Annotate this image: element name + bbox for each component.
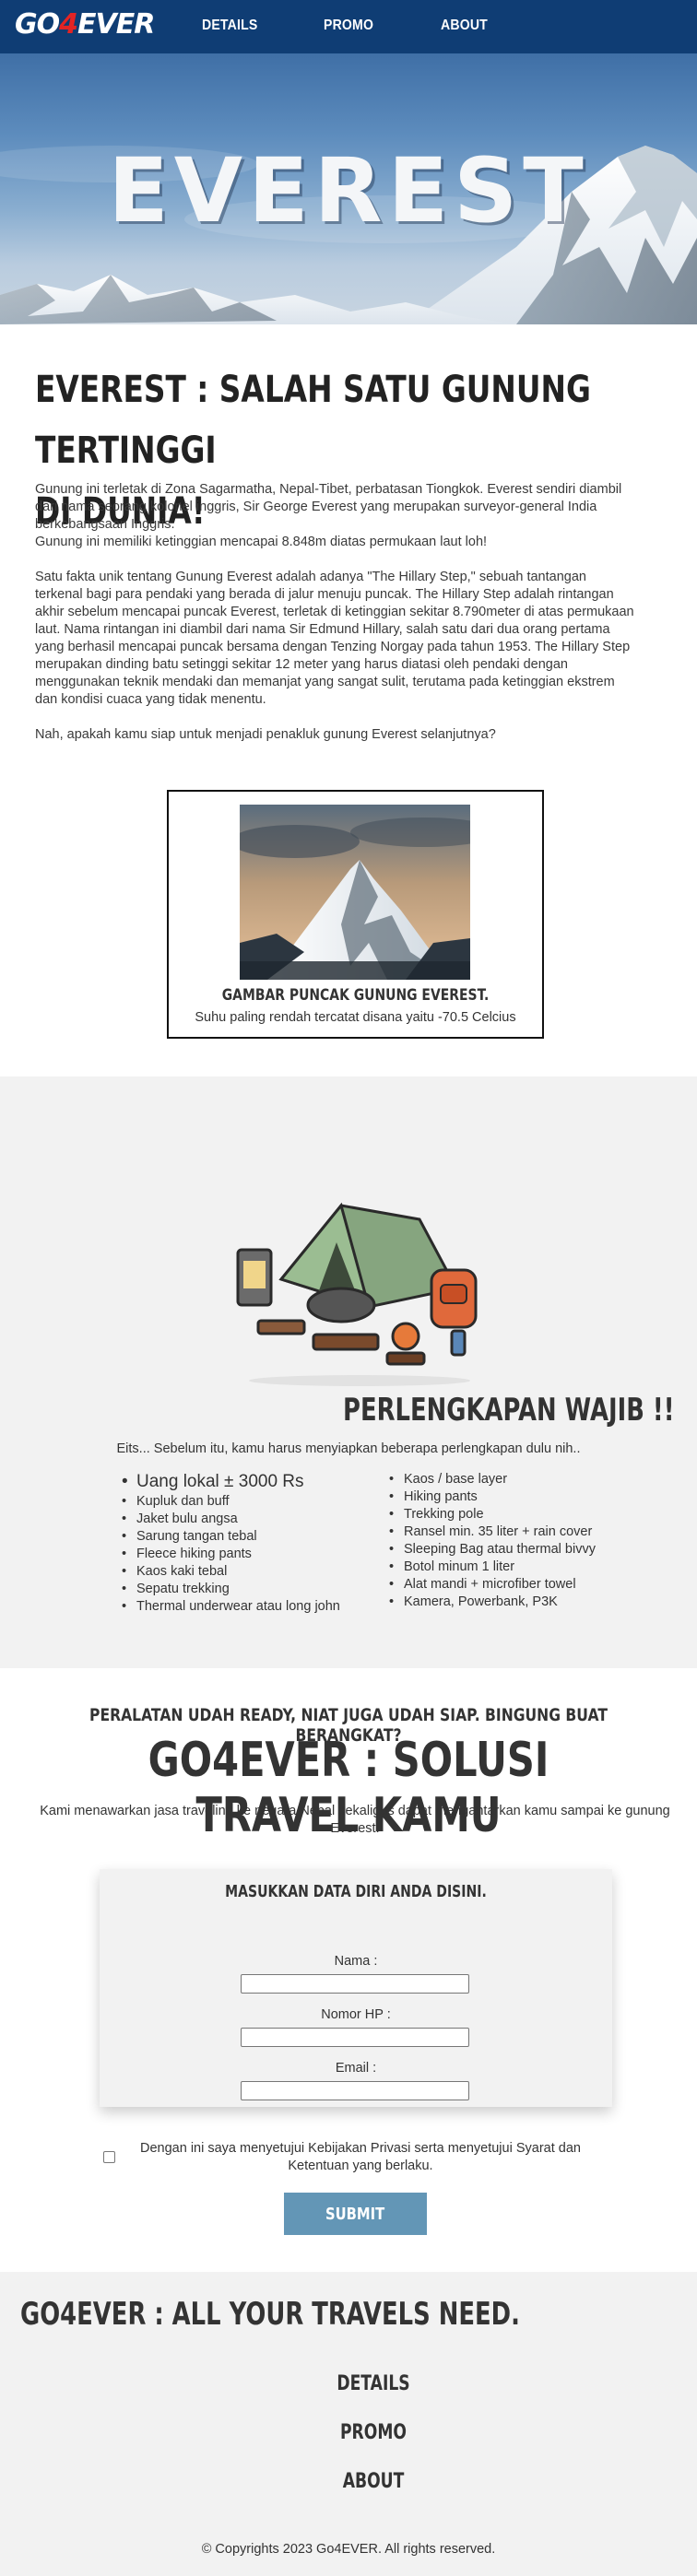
list-item: Botol minum 1 liter [389,1559,596,1576]
nav-link-details[interactable]: DETAILS [202,18,257,34]
hero-title: EVEREST [108,139,589,242]
registration-form: MASUKKAN DATA DIRI ANDA DISINI. Nama : N… [100,1869,612,2107]
consent-checkbox[interactable] [103,2151,115,2163]
intro-body: Gunung ini terletak di Zona Sagarmatha, … [35,481,636,744]
intro-paragraph: Satu fakta unik tentang Gunung Everest a… [35,570,634,707]
figure-subcaption: Suhu paling rendah tercatat disana yaitu… [195,1010,516,1025]
footer-link-details[interactable]: DETAILS [82,2372,665,2395]
name-input[interactable] [241,1974,469,1994]
list-item: Alat mandi + microfiber towel [389,1576,596,1594]
list-item: Jaket bulu angsa [122,1511,340,1528]
list-item: Hiking pants [389,1488,596,1506]
intro-paragraph: Gunung ini memiliki ketinggian mencapai … [35,535,488,549]
list-item: Trekking pole [389,1506,596,1523]
footer: GO4EVER : ALL YOUR TRAVELS NEED. DETAILS… [0,2272,697,2576]
gear-subtitle: Eits... Sebelum itu, kamu harus menyiapk… [116,1441,581,1456]
list-item: Kupluk dan buff [122,1493,340,1511]
gear-heading: PERLENGKAPAN WAJIB !! [343,1392,675,1429]
brand-logo[interactable]: GO4EVER [15,8,155,41]
footer-link-about[interactable]: ABOUT [82,2470,665,2493]
figure-caption: GAMBAR PUNCAK GUNUNG EVEREST. [221,986,490,1005]
list-item: Sepatu trekking [122,1581,340,1598]
nav-link-about[interactable]: ABOUT [441,18,488,34]
submit-button[interactable]: SUBMIT [284,2193,427,2235]
copyright-text: © Copyrights 2023 Go4EVER. All rights re… [201,2542,496,2557]
nav-link-promo[interactable]: PROMO [324,18,373,34]
top-navbar: GO4EVER DETAILS PROMO ABOUT [0,0,697,53]
footer-title: GO4EVER : ALL YOUR TRAVELS NEED. [20,2296,520,2333]
list-item: Ransel min. 35 liter + rain cover [389,1523,596,1541]
footer-link-promo[interactable]: PROMO [82,2421,665,2444]
email-input[interactable] [241,2081,469,2100]
hero-banner: EVEREST [0,53,697,324]
list-item: Kamera, Powerbank, P3K [389,1594,596,1611]
gear-section: PERLENGKAPAN WAJIB !! Eits... Sebelum it… [0,1076,697,1668]
name-label: Nama : [334,1954,378,1969]
gear-list-right: Kaos / base layer Hiking pants Trekking … [389,1471,596,1611]
phone-label: Nomor HP : [321,2007,391,2022]
list-item: Sarung tangan tebal [122,1528,340,1546]
gear-list-left: Uang lokal ± 3000 Rs Kupluk dan buff Jak… [122,1471,340,1616]
consent-text: Dengan ini saya menyetujui Kebijakan Pri… [140,2141,581,2173]
list-item: Uang lokal ± 3000 Rs [122,1471,340,1493]
phone-input[interactable] [241,2028,469,2047]
list-item: Kaos kaki tebal [122,1563,340,1581]
everest-peak-image [240,805,470,980]
list-item: Sleeping Bag atau thermal bivvy [389,1541,596,1559]
list-item: Kaos / base layer [389,1471,596,1488]
intro-paragraph: Gunung ini terletak di Zona Sagarmatha, … [35,482,622,532]
list-item: Thermal underwear atau long john [122,1598,340,1616]
intro-paragraph: Nah, apakah kamu siap untuk menjadi pena… [35,727,496,742]
booking-description: Kami menawarkan jasa traveling ke negara… [40,1804,670,1836]
form-title: MASUKKAN DATA DIRI ANDA DISINI. [225,1882,487,1901]
camping-gear-image [230,1169,498,1390]
list-item: Fleece hiking pants [122,1546,340,1563]
email-label: Email : [335,2061,377,2076]
everest-figure-card: GAMBAR PUNCAK GUNUNG EVEREST. Suhu palin… [167,790,544,1039]
